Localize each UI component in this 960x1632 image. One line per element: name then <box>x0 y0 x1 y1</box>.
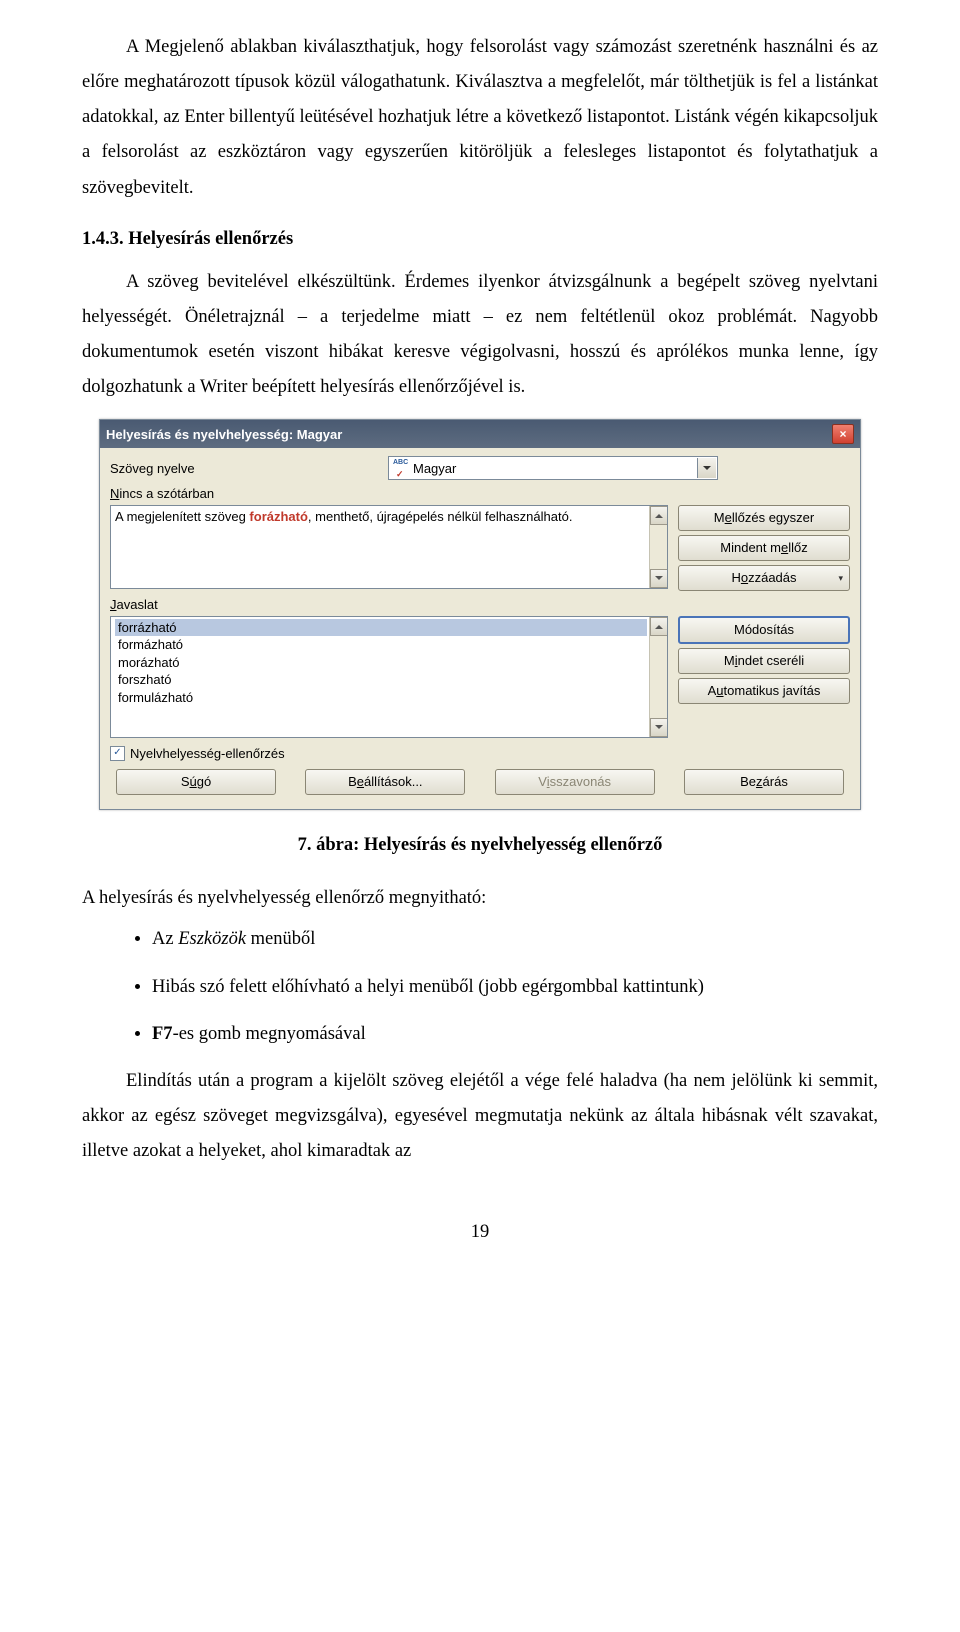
grammar-check-label: Nyelvhelyesség-ellenőrzés <box>130 746 285 762</box>
language-value: Magyar <box>413 461 456 477</box>
list-item: Hibás szó felett előhívható a helyi menü… <box>152 970 878 1005</box>
paragraph-body-2: A szöveg bevitelével elkészültünk. Érdem… <box>82 265 878 406</box>
change-button[interactable]: Módosítás <box>678 616 850 644</box>
scroll-down-icon[interactable] <box>650 569 667 588</box>
dialog-title: Helyesírás és nyelvhelyesség: Magyar <box>106 427 342 443</box>
help-button[interactable]: Súgó <box>116 769 276 795</box>
chevron-down-icon[interactable] <box>697 458 716 478</box>
list-item[interactable]: forszható <box>115 671 647 689</box>
error-word: forázható <box>249 509 308 524</box>
grammar-check-row[interactable]: ✓ Nyelvhelyesség-ellenőrzés <box>110 746 850 762</box>
suggestions-label: Javaslat <box>110 597 850 613</box>
add-button[interactable]: Hozzáadás <box>678 565 850 591</box>
close-button[interactable]: Bezárás <box>684 769 844 795</box>
figure-caption: 7. ábra: Helyesírás és nyelvhelyesség el… <box>82 828 878 863</box>
list-item[interactable]: morázható <box>115 654 647 672</box>
options-button[interactable]: Beállítások... <box>305 769 465 795</box>
spellcheck-icon <box>393 461 409 475</box>
dialog-titlebar: Helyesírás és nyelvhelyesség: Magyar × <box>100 420 860 448</box>
bullet-list: Az Eszközök menüből Hibás szó felett elő… <box>82 922 878 1051</box>
close-icon[interactable]: × <box>832 424 854 444</box>
section-heading: 1.4.3. Helyesírás ellenőrzés <box>82 222 878 257</box>
change-all-button[interactable]: Mindet cseréli <box>678 648 850 674</box>
not-in-dict-label: Nincs a szótárban <box>110 486 850 502</box>
paragraph-list-intro: A helyesírás és nyelvhelyesség ellenőrző… <box>82 881 878 916</box>
context-textarea[interactable]: A megjelenített szöveg forázható, menthe… <box>110 505 668 589</box>
checkbox-icon[interactable]: ✓ <box>110 746 125 761</box>
list-item[interactable]: formázható <box>115 636 647 654</box>
autocorrect-button[interactable]: Automatikus javítás <box>678 678 850 704</box>
list-item: Az Eszközök menüből <box>152 922 878 957</box>
listbox-scrollbar[interactable] <box>649 617 667 737</box>
paragraph-4: Elindítás után a program a kijelölt szöv… <box>82 1064 878 1169</box>
undo-button: Visszavonás <box>495 769 655 795</box>
list-item[interactable]: formulázható <box>115 689 647 707</box>
spellcheck-dialog: Helyesírás és nyelvhelyesség: Magyar × S… <box>99 419 861 810</box>
ignore-once-button[interactable]: Mellőzés egyszer <box>678 505 850 531</box>
language-label: Szöveg nyelve <box>110 461 380 477</box>
list-item[interactable]: forrázható <box>115 619 647 637</box>
figure-dialog: Helyesírás és nyelvhelyesség: Magyar × S… <box>82 419 878 810</box>
language-combo[interactable]: Magyar <box>388 456 718 480</box>
ignore-all-button[interactable]: Mindent mellőz <box>678 535 850 561</box>
context-text: A megjelenített szöveg forázható, menthe… <box>115 509 647 525</box>
scroll-up-icon[interactable] <box>650 506 667 525</box>
paragraph-intro: A Megjelenő ablakban kiválaszthatjuk, ho… <box>82 30 878 206</box>
scroll-down-icon[interactable] <box>650 718 667 737</box>
page-number: 19 <box>82 1215 878 1250</box>
list-item: F7-es gomb megnyomásával <box>152 1017 878 1052</box>
textarea-scrollbar[interactable] <box>649 506 667 588</box>
scroll-up-icon[interactable] <box>650 617 667 636</box>
suggestions-listbox[interactable]: forrázható formázható morázható forszhat… <box>110 616 668 738</box>
